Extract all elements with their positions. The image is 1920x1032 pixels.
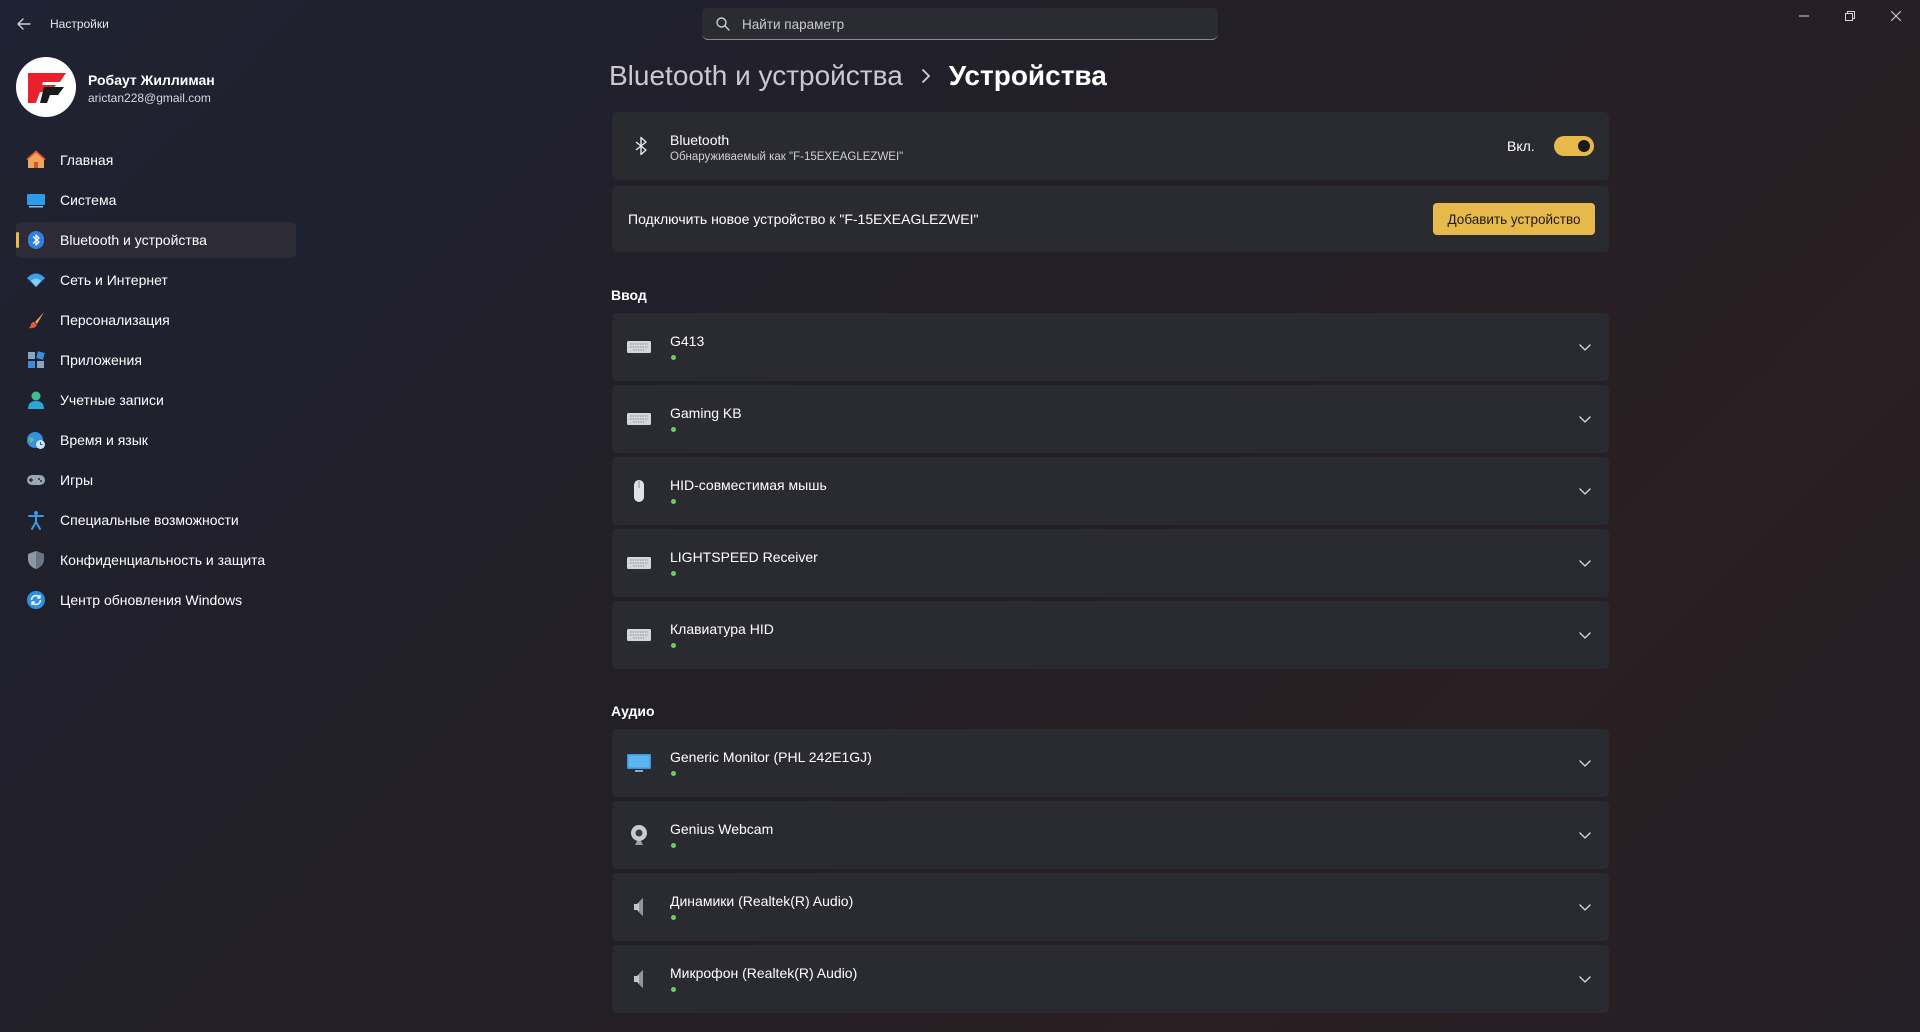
gamepad-icon (27, 475, 45, 485)
device-name: Клавиатура HID (670, 621, 774, 637)
device-name: Generic Monitor (PHL 242E1GJ) (670, 749, 872, 765)
sidebar-item-gaming[interactable]: Игры (16, 462, 296, 498)
device-row[interactable]: Gaming KB (612, 385, 1609, 453)
speaker-icon (634, 970, 643, 988)
chevron-down-icon[interactable] (1578, 828, 1592, 842)
device-row[interactable]: Genius Webcam (612, 801, 1609, 869)
breadcrumb: Bluetooth и устройства Устройства (609, 54, 1107, 98)
chevron-down-icon[interactable] (1578, 972, 1592, 986)
sidebar-item-privacy[interactable]: Конфиденциальность и защита (16, 542, 296, 578)
keyboard-icon (627, 341, 651, 353)
device-row[interactable]: Клавиатура HID (612, 601, 1609, 669)
search-icon (715, 16, 731, 32)
sidebar-item-windows-update[interactable]: Центр обновления Windows (16, 582, 296, 618)
device-row[interactable]: LIGHTSPEED Receiver (612, 529, 1609, 597)
bluetooth-toggle-label: Вкл. (1507, 138, 1535, 154)
connect-device-text: Подключить новое устройство к "F-15EXEAG… (628, 211, 979, 227)
connected-status-dot (671, 843, 676, 848)
bluetooth-title: Bluetooth (670, 132, 730, 148)
device-row[interactable]: HID-совместимая мышь (612, 457, 1609, 525)
search-box[interactable] (702, 8, 1218, 40)
connected-status-dot (671, 571, 676, 576)
sidebar-item-accounts[interactable]: Учетные записи (16, 382, 296, 418)
device-name: LIGHTSPEED Receiver (670, 549, 818, 565)
add-device-button[interactable]: Добавить устройство (1433, 203, 1595, 235)
page-title: Устройства (948, 60, 1107, 91)
sidebar-item-personalization[interactable]: Персонализация (16, 302, 296, 338)
keyboard-icon (627, 413, 651, 425)
chevron-right-icon (917, 67, 935, 85)
device-row[interactable]: G413 (612, 313, 1609, 381)
device-row[interactable]: Микрофон (Realtek(R) Audio) (612, 945, 1609, 1013)
device-name: G413 (670, 333, 705, 349)
chevron-down-icon[interactable] (1578, 412, 1592, 426)
brush-icon (29, 312, 44, 329)
connected-status-dot (671, 915, 676, 920)
connected-status-dot (671, 355, 676, 360)
sidebar-item-accessibility[interactable]: Специальные возможности (16, 502, 296, 538)
bluetooth-subtitle: Обнаруживаемый как "F-15EXEAGLEZWEI" (670, 151, 904, 163)
keyboard-icon (627, 629, 651, 641)
shield-icon (28, 551, 44, 569)
search-input[interactable] (742, 8, 1202, 40)
home-icon (26, 150, 46, 168)
sidebar-item-apps[interactable]: Приложения (16, 342, 296, 378)
device-row[interactable]: Динамики (Realtek(R) Audio) (612, 873, 1609, 941)
connected-status-dot (671, 771, 676, 776)
sidebar-item-time-language[interactable]: Время и язык (16, 422, 296, 458)
section-title-input: Ввод (611, 287, 647, 303)
sidebar-item-home[interactable]: Главная (16, 142, 296, 178)
accessibility-icon (28, 511, 44, 530)
avatar[interactable] (16, 57, 76, 117)
wifi-icon (27, 273, 45, 287)
sidebar-item-network[interactable]: Сеть и Интернет (16, 262, 296, 298)
device-row[interactable]: Generic Monitor (PHL 242E1GJ) (612, 729, 1609, 797)
connected-status-dot (671, 427, 676, 432)
sidebar-nav: Главная Система Bluetooth и устройства С… (16, 142, 296, 622)
update-icon (27, 591, 45, 609)
device-name: Genius Webcam (670, 821, 774, 837)
chevron-down-icon[interactable] (1578, 484, 1592, 498)
toggle-knob (1578, 140, 1590, 152)
monitor-icon (627, 754, 651, 772)
close-button[interactable] (1873, 4, 1919, 28)
chevron-down-icon[interactable] (1578, 900, 1592, 914)
bluetooth-card: Bluetooth Обнаруживаемый как "F-15EXEAGL… (612, 112, 1609, 180)
bluetooth-toggle[interactable] (1554, 136, 1594, 156)
device-name: Gaming KB (670, 405, 742, 421)
faze-logo-icon (28, 73, 66, 103)
connected-status-dot (671, 499, 676, 504)
webcam-icon (631, 825, 647, 845)
device-name: Микрофон (Realtek(R) Audio) (670, 965, 858, 981)
chevron-down-icon[interactable] (1578, 756, 1592, 770)
restore-button[interactable] (1827, 4, 1873, 28)
sidebar-item-system[interactable]: Система (16, 182, 296, 218)
connected-status-dot (671, 643, 676, 648)
profile-email: arictan228@gmail.com (88, 91, 211, 105)
account-icon (28, 391, 44, 409)
profile-name: Робаут Жиллиман (88, 72, 215, 88)
speaker-icon (634, 898, 643, 916)
keyboard-icon (627, 557, 651, 569)
device-name: HID-совместимая мышь (670, 477, 827, 493)
minimize-button[interactable] (1781, 4, 1827, 28)
connect-device-card: Подключить новое устройство к "F-15EXEAG… (612, 186, 1609, 252)
app-title: Настройки (50, 17, 109, 31)
system-icon (27, 194, 45, 208)
title-bar: Настройки (0, 0, 1920, 48)
sidebar-item-bluetooth[interactable]: Bluetooth и устройства (16, 222, 296, 258)
section-title-audio: Аудио (611, 703, 655, 719)
chevron-down-icon[interactable] (1578, 556, 1592, 570)
bluetooth-icon (28, 231, 44, 249)
globe-clock-icon (27, 432, 45, 449)
bluetooth-icon (630, 135, 652, 157)
back-arrow-icon[interactable] (14, 14, 34, 34)
connected-status-dot (671, 987, 676, 992)
mouse-icon (634, 480, 644, 502)
breadcrumb-parent-link[interactable]: Bluetooth и устройства (609, 60, 903, 92)
chevron-down-icon[interactable] (1578, 340, 1592, 354)
apps-icon (28, 351, 45, 368)
chevron-down-icon[interactable] (1578, 628, 1592, 642)
device-name: Динамики (Realtek(R) Audio) (670, 893, 854, 909)
